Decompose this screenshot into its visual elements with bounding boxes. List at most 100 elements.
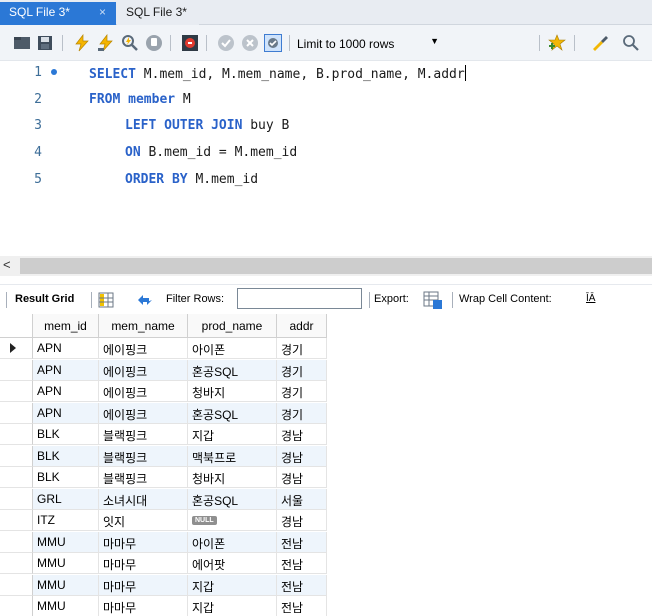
tab-sql-file-3-active[interactable]: SQL File 3* × bbox=[0, 2, 116, 25]
table-cell[interactable]: 혼공SQL bbox=[188, 488, 277, 510]
table-cell[interactable]: 혼공SQL bbox=[188, 359, 277, 381]
table-cell[interactable]: 전남 bbox=[277, 553, 327, 574]
table-cell[interactable]: NULL bbox=[188, 510, 277, 531]
grid-view-icon[interactable] bbox=[98, 292, 114, 308]
table-cell[interactable]: MMU bbox=[33, 596, 99, 616]
row-selector[interactable] bbox=[0, 510, 33, 531]
table-cell[interactable]: 전남 bbox=[277, 531, 327, 553]
table-cell[interactable]: APN bbox=[33, 381, 99, 402]
row-selector[interactable] bbox=[0, 359, 33, 381]
row-selector[interactable] bbox=[0, 553, 33, 574]
table-cell[interactable]: ITZ bbox=[33, 510, 99, 531]
add-snippet-icon[interactable] bbox=[548, 34, 566, 52]
table-cell[interactable]: 서울 bbox=[277, 488, 327, 510]
table-cell[interactable]: 혼공SQL bbox=[188, 402, 277, 424]
close-tab-icon[interactable]: × bbox=[99, 5, 106, 19]
table-cell[interactable]: 에어팟 bbox=[188, 553, 277, 574]
find-icon[interactable] bbox=[622, 34, 640, 52]
table-cell[interactable]: 잇지 bbox=[99, 510, 188, 531]
row-selector[interactable] bbox=[0, 424, 33, 445]
table-cell[interactable]: 에이핑크 bbox=[99, 381, 188, 402]
table-cell[interactable]: 블랙핑크 bbox=[99, 445, 188, 467]
table-cell[interactable]: 경기 bbox=[277, 338, 327, 359]
column-header[interactable]: prod_name bbox=[188, 314, 277, 338]
toggle-errors-icon[interactable] bbox=[181, 34, 199, 52]
table-cell[interactable]: APN bbox=[33, 338, 99, 359]
table-cell[interactable]: 블랙핑크 bbox=[99, 424, 188, 445]
table-cell[interactable]: GRL bbox=[33, 488, 99, 510]
table-cell[interactable]: 경남 bbox=[277, 445, 327, 467]
result-grid-button[interactable]: Result Grid bbox=[15, 293, 74, 305]
table-cell[interactable]: 전남 bbox=[277, 596, 327, 616]
save-icon[interactable] bbox=[36, 34, 54, 52]
table-cell[interactable]: MMU bbox=[33, 553, 99, 574]
row-selector[interactable] bbox=[0, 402, 33, 424]
editor-line[interactable]: 1 SELECT M.mem_id, M.mem_name, B.prod_na… bbox=[0, 61, 652, 87]
table-cell[interactable]: 마마무 bbox=[99, 531, 188, 553]
table-cell[interactable]: 경기 bbox=[277, 359, 327, 381]
beautify-icon[interactable] bbox=[591, 34, 609, 52]
commit-icon[interactable] bbox=[217, 34, 235, 52]
editor-line[interactable]: 5 ORDER BY M.mem_id bbox=[0, 168, 652, 194]
row-selector[interactable] bbox=[0, 574, 33, 596]
table-cell[interactable]: 지갑 bbox=[188, 574, 277, 596]
table-cell[interactable]: 지갑 bbox=[188, 424, 277, 445]
table-cell[interactable]: 청바지 bbox=[188, 467, 277, 488]
table-cell[interactable]: BLK bbox=[33, 445, 99, 467]
sql-editor[interactable]: 1 SELECT M.mem_id, M.mem_name, B.prod_na… bbox=[0, 61, 652, 256]
open-folder-icon[interactable] bbox=[13, 34, 31, 52]
table-cell[interactable]: 전남 bbox=[277, 574, 327, 596]
export-icon[interactable] bbox=[423, 290, 443, 310]
wrap-cell-content-icon[interactable]: ĪĀ bbox=[586, 293, 595, 304]
table-cell[interactable]: BLK bbox=[33, 424, 99, 445]
row-selector[interactable] bbox=[0, 596, 33, 616]
row-selector[interactable] bbox=[0, 381, 33, 402]
column-header[interactable]: mem_name bbox=[99, 314, 188, 338]
row-selector[interactable] bbox=[0, 445, 33, 467]
table-cell[interactable]: 에이핑크 bbox=[99, 338, 188, 359]
table-cell[interactable]: 경기 bbox=[277, 381, 327, 402]
table-cell[interactable]: 아이폰 bbox=[188, 338, 277, 359]
table-cell[interactable]: 소녀시대 bbox=[99, 488, 188, 510]
tab-sql-file-3[interactable]: SQL File 3* bbox=[117, 2, 199, 25]
filter-rows-input[interactable] bbox=[237, 288, 362, 309]
table-cell[interactable]: 지갑 bbox=[188, 596, 277, 616]
column-header[interactable]: mem_id bbox=[33, 314, 99, 338]
explain-icon[interactable] bbox=[121, 34, 139, 52]
table-cell[interactable]: MMU bbox=[33, 574, 99, 596]
execute-icon[interactable] bbox=[73, 34, 91, 52]
scrollbar-thumb[interactable] bbox=[20, 258, 652, 274]
limit-rows-select[interactable]: Limit to 1000 rows ▼ bbox=[289, 33, 445, 53]
table-cell[interactable]: 경남 bbox=[277, 467, 327, 488]
autocommit-icon[interactable] bbox=[264, 34, 282, 52]
table-cell[interactable]: 아이폰 bbox=[188, 531, 277, 553]
table-cell[interactable]: 블랙핑크 bbox=[99, 467, 188, 488]
table-cell[interactable]: 마마무 bbox=[99, 553, 188, 574]
row-selector[interactable] bbox=[0, 338, 33, 359]
table-cell[interactable]: MMU bbox=[33, 531, 99, 553]
table-cell[interactable]: 맥북프로 bbox=[188, 445, 277, 467]
column-header[interactable]: addr bbox=[277, 314, 327, 338]
stop-icon[interactable] bbox=[145, 34, 163, 52]
row-selector[interactable] bbox=[0, 488, 33, 510]
table-cell[interactable]: 에이핑크 bbox=[99, 402, 188, 424]
rollback-icon[interactable] bbox=[241, 34, 259, 52]
row-selector[interactable] bbox=[0, 467, 33, 488]
table-cell[interactable]: 경남 bbox=[277, 424, 327, 445]
table-cell[interactable]: 경남 bbox=[277, 510, 327, 531]
table-cell[interactable]: 마마무 bbox=[99, 596, 188, 616]
table-cell[interactable]: 경기 bbox=[277, 402, 327, 424]
table-cell[interactable]: 청바지 bbox=[188, 381, 277, 402]
editor-line[interactable]: 2 FROM member M bbox=[0, 88, 652, 114]
editor-line[interactable]: 3 LEFT OUTER JOIN buy B bbox=[0, 114, 652, 140]
editor-line[interactable]: 4 ON B.mem_id = M.mem_id bbox=[0, 141, 652, 167]
scroll-left-icon[interactable]: < bbox=[3, 257, 11, 272]
table-cell[interactable]: APN bbox=[33, 359, 99, 381]
table-cell[interactable]: BLK bbox=[33, 467, 99, 488]
row-selector[interactable] bbox=[0, 531, 33, 553]
table-cell[interactable]: 에이핑크 bbox=[99, 359, 188, 381]
refresh-icon[interactable] bbox=[135, 292, 155, 308]
table-cell[interactable]: APN bbox=[33, 402, 99, 424]
table-cell[interactable]: 마마무 bbox=[99, 574, 188, 596]
editor-horizontal-scrollbar[interactable]: < bbox=[0, 256, 652, 276]
